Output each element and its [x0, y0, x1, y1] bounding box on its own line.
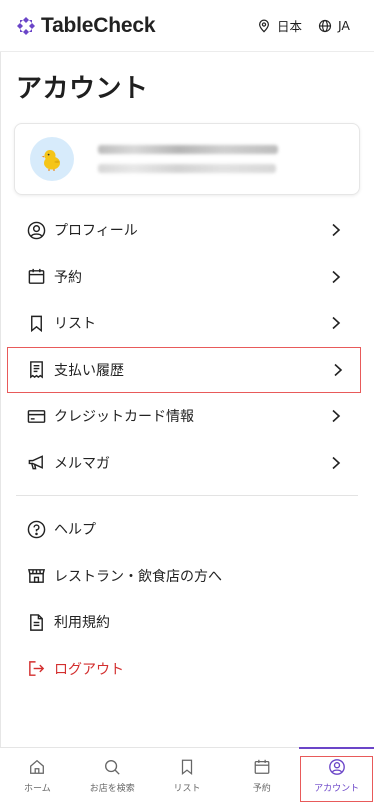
account-menu: プロフィール 予約 リスト 支払い履歴 クレジットカード情報 メルマガ ヘルプ …: [7, 207, 361, 693]
menu-item-label: 予約: [54, 269, 82, 286]
menu-item-logout[interactable]: ログアウト: [14, 646, 360, 693]
help-icon: [27, 520, 45, 539]
region-selector[interactable]: 日本: [257, 16, 302, 35]
search-icon: [105, 759, 120, 775]
home-icon: [30, 759, 45, 774]
menu-item-payment-history[interactable]: 支払い履歴: [7, 346, 361, 393]
region-label: 日本: [276, 19, 302, 34]
profile-email-redacted: [98, 164, 276, 173]
document-icon: [29, 613, 43, 631]
page-title: アカウント: [16, 74, 149, 104]
language-label: JA: [337, 18, 350, 33]
credit-card-icon: [27, 409, 45, 423]
menu-item-label: 利用規約: [54, 615, 110, 632]
megaphone-icon: [28, 455, 43, 470]
menu-item-terms[interactable]: 利用規約: [14, 599, 360, 646]
location-pin-icon: [258, 19, 269, 33]
menu-item-label: リスト: [54, 316, 96, 333]
menu-item-profile[interactable]: プロフィール: [14, 207, 360, 254]
tab-lists[interactable]: リスト: [150, 748, 225, 803]
brand-name: TableCheck: [41, 13, 156, 37]
menu-item-newsletter[interactable]: メルマガ: [14, 440, 360, 487]
profile-card[interactable]: [14, 123, 360, 195]
store-icon: [27, 569, 45, 584]
bookmark-icon: [30, 315, 42, 332]
tab-reservations[interactable]: 予約: [224, 748, 299, 803]
bookmark-icon: [181, 759, 193, 775]
menu-item-lists[interactable]: リスト: [14, 300, 360, 347]
menu-item-help[interactable]: ヘルプ: [14, 506, 360, 553]
tab-search[interactable]: お店を検索: [75, 748, 150, 803]
chevron-right-icon: [332, 224, 341, 237]
avatar: [30, 137, 74, 181]
menu-item-label: ヘルプ: [54, 522, 96, 539]
menu-item-label: レストラン・飲食店の方へ: [54, 568, 222, 585]
tab-label: アカウント: [314, 783, 360, 794]
chevron-right-icon: [332, 270, 341, 283]
brand-logo[interactable]: TableCheck: [16, 13, 156, 38]
calendar-icon: [254, 759, 270, 774]
tab-label: ホーム: [24, 783, 51, 794]
content-border: [0, 52, 1, 747]
menu-divider: [16, 495, 358, 496]
language-selector[interactable]: JA: [318, 18, 350, 33]
globe-icon: [318, 19, 332, 32]
chevron-right-icon: [334, 363, 343, 376]
menu-item-label: メルマガ: [54, 455, 110, 472]
tab-home[interactable]: ホーム: [0, 748, 75, 803]
chevron-right-icon: [332, 456, 341, 469]
bottom-tab-bar: ホーム お店を検索 リスト 予約 アカウント: [0, 747, 374, 803]
tab-account[interactable]: アカウント: [299, 747, 374, 803]
chevron-right-icon: [332, 317, 341, 330]
top-header: TableCheck 日本 JA: [0, 0, 374, 52]
menu-item-label: プロフィール: [54, 223, 138, 240]
tablecheck-logo-icon: [17, 16, 35, 35]
calendar-icon: [28, 269, 44, 285]
profile-info-redacted: [98, 145, 278, 173]
menu-item-label: クレジットカード情報: [54, 409, 194, 426]
chevron-right-icon: [332, 410, 341, 423]
menu-item-label: 支払い履歴: [54, 362, 124, 379]
menu-item-credit-card[interactable]: クレジットカード情報: [14, 393, 360, 440]
chick-icon: [41, 150, 60, 171]
user-circle-icon: [27, 221, 45, 240]
tab-label: 予約: [252, 783, 271, 794]
receipt-icon: [29, 361, 43, 379]
menu-item-label: ログアウト: [54, 661, 124, 678]
tab-label: お店を検索: [89, 783, 135, 794]
logout-icon: [28, 661, 44, 677]
menu-item-for-restaurants[interactable]: レストラン・飲食店の方へ: [14, 553, 360, 600]
menu-item-reservations[interactable]: 予約: [14, 254, 360, 301]
account-icon: [328, 758, 345, 775]
tab-label: リスト: [173, 783, 201, 794]
profile-name-redacted: [98, 145, 278, 154]
